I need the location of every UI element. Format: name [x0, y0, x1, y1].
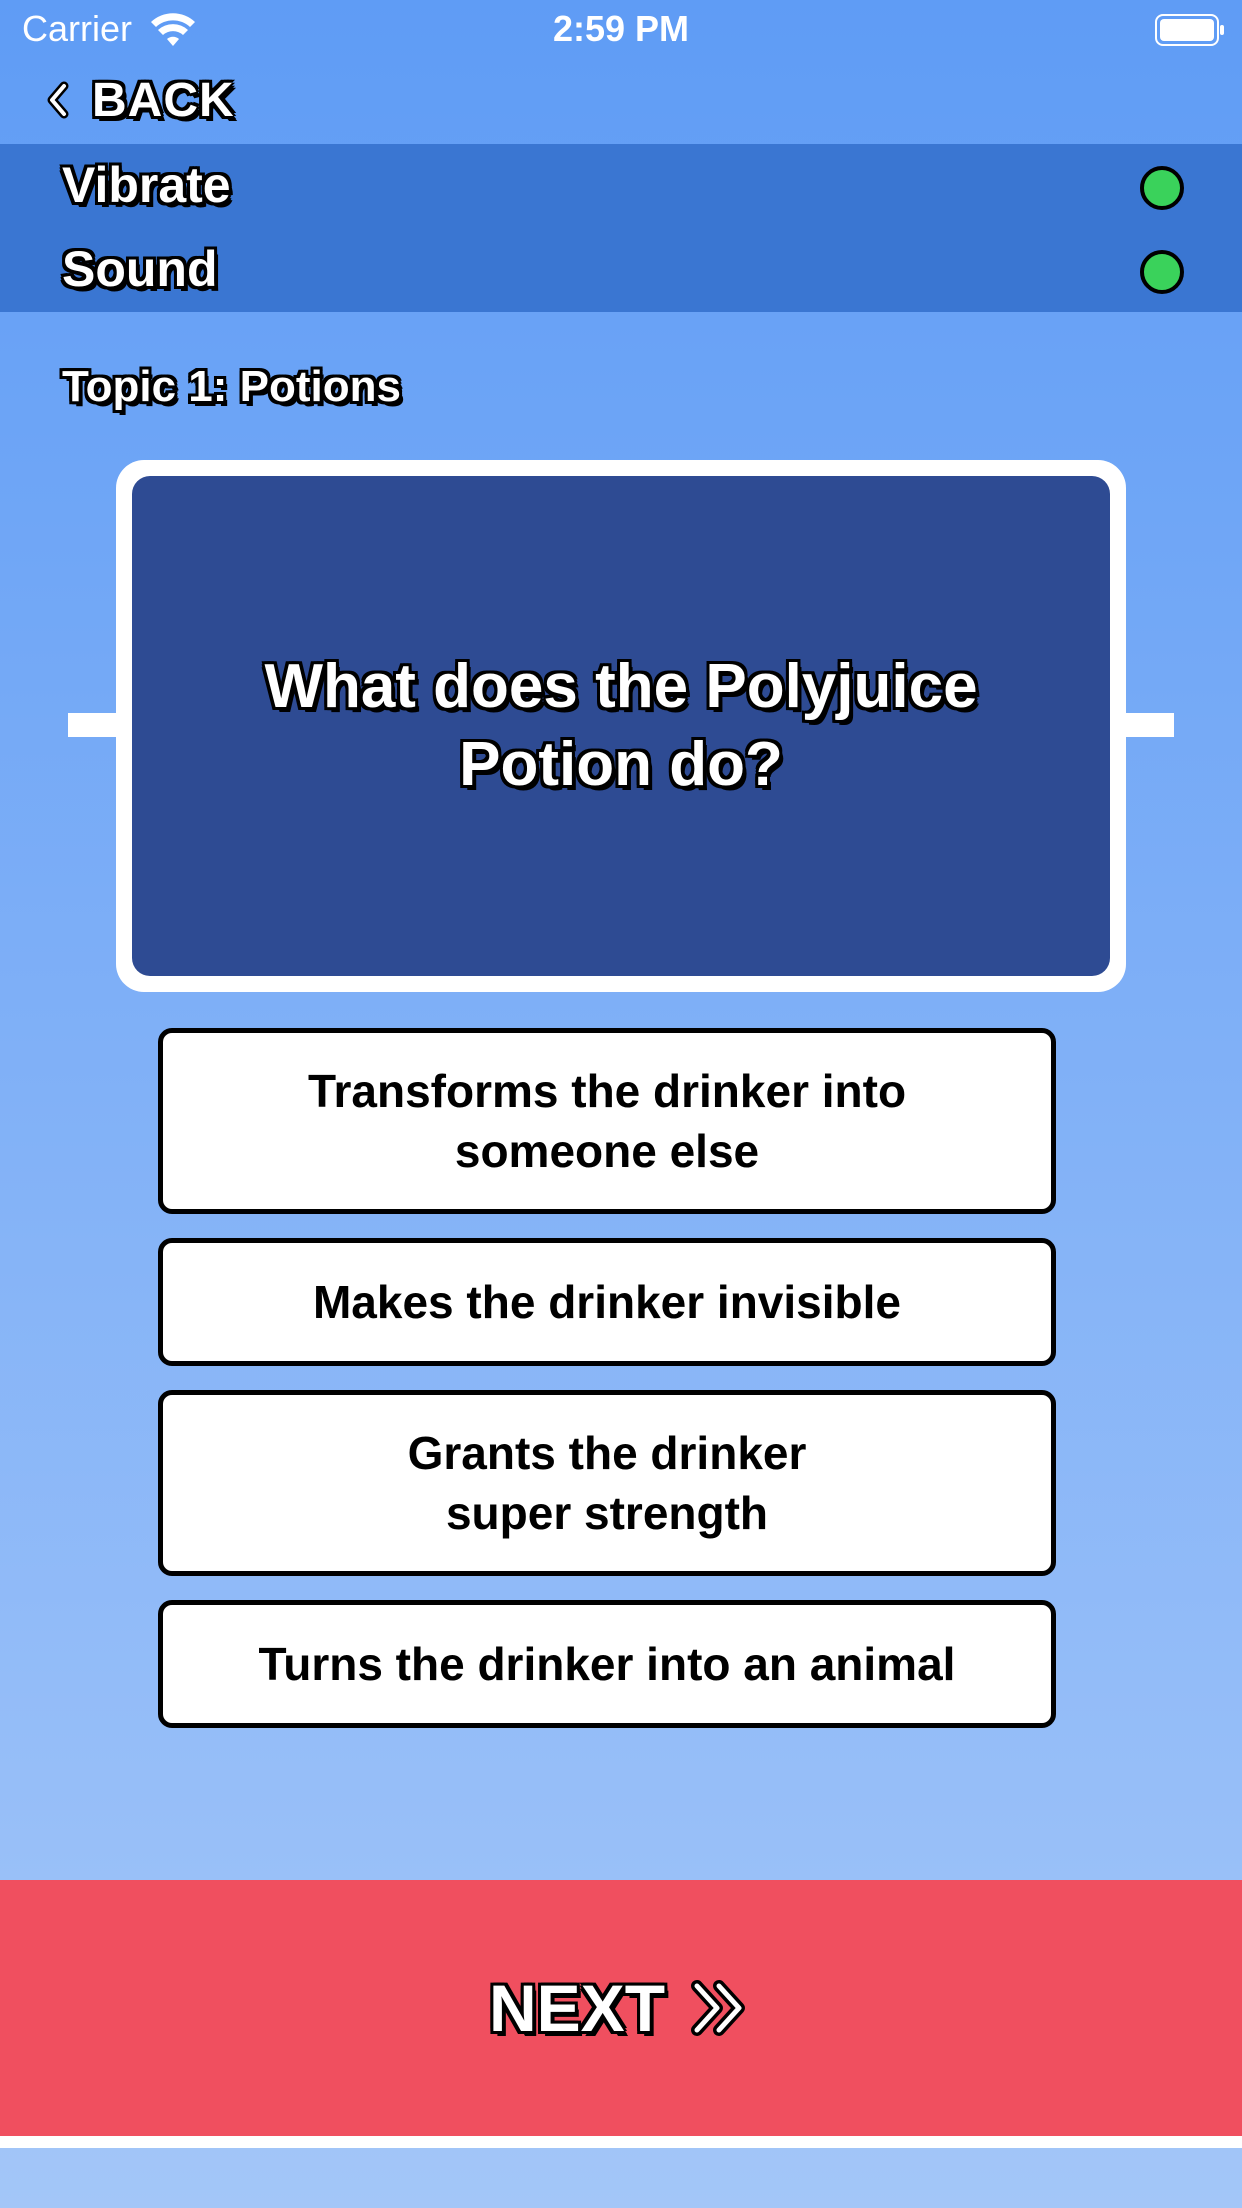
sound-toggle[interactable] — [1140, 250, 1184, 294]
topic-label: Topic 1: Potions — [62, 362, 401, 411]
settings-panel: Vibrate Sound — [0, 144, 1242, 312]
chevron-left-icon — [47, 81, 69, 119]
answer-label: Grants the drinker super strength — [407, 1427, 807, 1539]
answer-button-1[interactable]: Transforms the drinker into someone else — [158, 1028, 1056, 1214]
vibrate-toggle[interactable] — [1140, 166, 1184, 210]
answer-button-3[interactable]: Grants the drinker super strength — [158, 1390, 1056, 1576]
question-text: What does the Polyjuice Potion do? — [264, 652, 978, 799]
answer-button-4[interactable]: Turns the drinker into an animal — [158, 1600, 1056, 1728]
vibrate-label: Vibrate — [62, 157, 231, 213]
card-connector-right — [1122, 713, 1174, 737]
next-label: NEXT — [488, 1971, 666, 2045]
answer-button-2[interactable]: Makes the drinker invisible — [158, 1238, 1056, 1366]
vibrate-setting-row: Vibrate — [0, 144, 1242, 228]
clock: 2:59 PM — [552, 8, 690, 49]
battery-icon — [1155, 14, 1224, 46]
question-card-inner: What does the Polyjuice Potion do? — [132, 476, 1110, 976]
card-connector-left — [68, 713, 120, 737]
sound-label: Sound — [62, 241, 218, 297]
status-bar: Carrier 2:59 PM — [0, 0, 1242, 60]
answer-label: Transforms the drinker into someone else — [307, 1065, 907, 1177]
sound-setting-row: Sound — [0, 228, 1242, 312]
question-card: What does the Polyjuice Potion do? — [116, 460, 1126, 992]
back-button[interactable]: BACK — [44, 72, 235, 128]
answer-label: Makes the drinker invisible — [312, 1276, 901, 1328]
answer-label: Turns the drinker into an animal — [258, 1638, 956, 1690]
back-label: BACK — [92, 73, 235, 127]
next-bar-divider — [0, 2136, 1242, 2148]
next-button[interactable]: NEXT — [0, 1880, 1242, 2136]
double-chevron-right-icon — [691, 1980, 746, 2036]
